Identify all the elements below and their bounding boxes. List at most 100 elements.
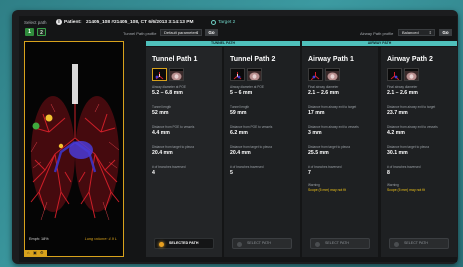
patient-label: Patient: [64, 20, 82, 25]
lung-3d-view[interactable]: Emph: 18% Lung volume: 4.9 L ⌂ ▣ ⚙ [24, 41, 124, 257]
warning-label: Warning [387, 183, 399, 187]
patient-value: 21405_108 #21405_108, CT 6/6/2013 3:14:1… [86, 20, 194, 25]
metric-label: # of branches traversed [230, 165, 264, 169]
path-ct-thumbnail[interactable] [247, 68, 262, 81]
lung-volume-readout: Lung volume: 4.9 L [84, 237, 117, 241]
select-path-label: SELECT PATH [325, 241, 349, 245]
select-path-button[interactable]: SELECT PATH [310, 238, 370, 249]
metric-value: 5 – 6 mm [230, 90, 253, 96]
metric-value: 2.1 – 2.6 mm [308, 90, 339, 96]
path-title: Tunnel Path 1 [152, 56, 198, 63]
metric-value: 5.2 – 6.8 mm [152, 90, 183, 96]
metric-value: 23.7 mm [387, 110, 408, 116]
top-bar: Select path i Patient: 21405_108 #21405_… [19, 16, 457, 40]
radio-indicator-icon [315, 241, 320, 247]
airway-path-header: AIRWAY PATH [302, 41, 457, 46]
metric-value: 52 mm [152, 110, 169, 116]
path-card-tunnel-2[interactable]: Tunnel Path 2 Airway diameter at POE 5 –… [224, 47, 300, 257]
metric-label: # of branches traversed [308, 165, 342, 169]
metric-value: 7 [308, 170, 311, 176]
target-label[interactable]: Target 2 [218, 20, 235, 25]
airway-profile-label: Airway Path profile [360, 31, 394, 36]
path-ct-thumbnail[interactable] [169, 68, 184, 81]
path-card-airway-2[interactable]: Airway Path 2 Final airway diameter 2.1 … [381, 47, 457, 257]
path-3d-thumbnail[interactable] [230, 68, 245, 81]
path-title: Tunnel Path 2 [230, 56, 276, 63]
select-path-label: SELECT PATH [247, 241, 271, 245]
metric-label: # of branches traversed [152, 165, 186, 169]
path-title: Airway Path 2 [387, 56, 433, 63]
metric-value: 8 [387, 170, 390, 176]
metric-value: 25.5 mm [308, 150, 329, 156]
path-3d-thumbnail[interactable] [152, 68, 167, 81]
warning-text: Scope (5 mm) may not fit [387, 188, 425, 192]
view-toolbar[interactable]: ⌂ ▣ ⚙ [25, 250, 47, 256]
tunnel-profile-select[interactable]: Default parameters ⇕ [160, 29, 202, 36]
chevron-down-icon: ⇕ [428, 30, 432, 35]
metric-value: 59 mm [230, 110, 247, 116]
path-ct-thumbnail[interactable] [325, 68, 340, 81]
tunnel-path-header: TUNNEL PATH [146, 41, 300, 46]
camera-icon[interactable]: ▣ [33, 250, 37, 256]
target-icon [211, 19, 216, 25]
metric-value: 5 [230, 170, 233, 176]
path-3d-thumbnail[interactable] [387, 68, 402, 81]
metric-label: Distance from POE to vessels [152, 125, 195, 129]
target-1-button[interactable]: 1 [25, 28, 34, 36]
warning-text: Scope (5 mm) may not fit [308, 188, 346, 192]
metric-value: 4.2 mm [387, 130, 405, 136]
settings-icon[interactable]: ⚙ [40, 250, 44, 256]
path-card-airway-1[interactable]: Airway Path 1 Final airway diameter 2.1 … [302, 47, 378, 257]
info-icon: i [56, 19, 62, 25]
app-screen: Select path i Patient: 21405_108 #21405_… [19, 16, 457, 262]
metric-value: 6.2 mm [230, 130, 248, 136]
radio-indicator-icon [237, 241, 242, 247]
radio-indicator-icon [394, 241, 399, 247]
metric-label: Distance from target to pleura [308, 145, 350, 149]
lung-rendering [30, 64, 120, 221]
tunnel-profile-value: Default parameters [164, 30, 199, 35]
metric-value: 30.1 mm [387, 150, 408, 156]
metric-value: 17 mm [308, 110, 325, 116]
select-path-label: SELECT PATH [404, 241, 428, 245]
tunnel-profile-label: Tunnel Path profile [123, 31, 157, 36]
path-3d-thumbnail[interactable] [308, 68, 323, 81]
metric-label: Distance from airway exit to vessels [308, 125, 359, 129]
path-ct-thumbnail[interactable] [404, 68, 419, 81]
metric-label: Distance from target to pleura [230, 145, 272, 149]
path-card-tunnel-1[interactable]: Tunnel Path 1 Airway diameter at POE 5.2… [146, 47, 222, 257]
home-icon[interactable]: ⌂ [27, 250, 29, 256]
metric-label: Tunnel length [230, 105, 250, 109]
warning-label: Warning [308, 183, 320, 187]
metric-label: Distance from airway exit to target [308, 105, 357, 109]
metric-label: Airway diameter at POE [230, 85, 265, 89]
tunnel-go-button[interactable]: Go [205, 29, 218, 36]
select-path-button[interactable]: SELECT PATH [232, 238, 292, 249]
path-title: Airway Path 1 [308, 56, 354, 63]
airway-profile-select[interactable]: Balanced ⇕ [398, 29, 435, 36]
metric-label: Airway diameter at POE [152, 85, 187, 89]
metric-value: 4 [152, 170, 155, 176]
metric-label: Distance from POE to vessels [230, 125, 273, 129]
path-comparison: TUNNEL PATH AIRWAY PATH Tunnel Path 1 Ai… [146, 41, 457, 257]
select-path-label: SELECTED PATH [169, 241, 199, 245]
chevron-down-icon: ⇕ [195, 30, 199, 35]
metric-label: Tunnel length [152, 105, 172, 109]
metric-label: Distance from target to pleura [387, 145, 429, 149]
airway-go-button[interactable]: Go [439, 29, 452, 36]
select-path-button[interactable]: SELECT PATH [389, 238, 449, 249]
metric-label: Distance from airway exit to vessels [387, 125, 438, 129]
selected-path-button[interactable]: SELECTED PATH [154, 238, 214, 249]
metric-value: 4.4 mm [152, 130, 170, 136]
target-2-button[interactable]: 2 [37, 28, 46, 36]
metric-label: Final airway diameter [308, 85, 339, 89]
metric-value: 20.4 mm [152, 150, 173, 156]
metric-label: # of branches traversed [387, 165, 421, 169]
airway-profile-value: Balanced [402, 30, 419, 35]
radio-indicator-icon [159, 241, 164, 247]
metric-label: Distance from airway exit to target [387, 105, 436, 109]
emphysema-readout: Emph: 18% [29, 237, 49, 241]
select-path-label: Select path [24, 20, 47, 25]
metric-value: 20.4 mm [230, 150, 251, 156]
metric-label: Final airway diameter [387, 85, 418, 89]
